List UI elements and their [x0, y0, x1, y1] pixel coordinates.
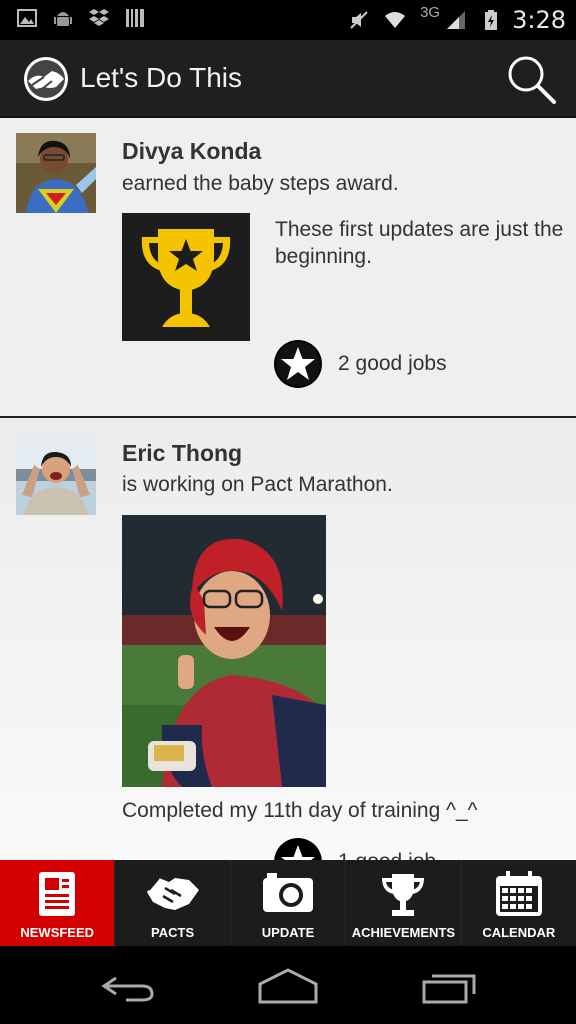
- tab-pacts[interactable]: PACTS: [115, 860, 231, 946]
- feed-item[interactable]: Divya Konda earned the baby steps award.…: [0, 118, 576, 418]
- newsfeed-list[interactable]: Divya Konda earned the baby steps award.…: [0, 118, 576, 860]
- good-job-count: 2 good jobs: [338, 352, 447, 375]
- wifi-icon: [385, 12, 406, 28]
- barcode-icon: [126, 9, 144, 27]
- system-nav-bar: [0, 946, 576, 1024]
- activity-text: earned the baby steps award.: [122, 172, 399, 195]
- camera-icon: [263, 873, 314, 912]
- android-icon: [54, 12, 72, 26]
- good-job-count: 1 good job: [338, 850, 436, 860]
- battery-charging-icon: [485, 10, 498, 30]
- newspaper-icon: [39, 872, 76, 916]
- avatar[interactable]: [16, 133, 96, 213]
- calendar-icon: [495, 871, 542, 916]
- tab-newsfeed[interactable]: NEWSFEED: [0, 860, 116, 946]
- feed-item[interactable]: Eric Thong is working on Pact Marathon.: [0, 418, 576, 860]
- recents-icon[interactable]: [418, 964, 482, 1008]
- search-icon[interactable]: [504, 52, 558, 106]
- trophy-icon: [122, 213, 250, 341]
- network-type: 3G: [420, 3, 441, 21]
- update-caption: Completed my 11th day of training ^_^: [122, 799, 478, 822]
- signal-icon: [447, 11, 466, 29]
- user-name[interactable]: Eric Thong: [122, 440, 242, 467]
- handshake-logo-icon[interactable]: [22, 55, 70, 103]
- bottom-tab-bar: NEWSFEED PACTS UPDATE ACHIEVEMENTS CALEN…: [0, 860, 576, 946]
- user-name[interactable]: Divya Konda: [122, 138, 261, 165]
- clock: 3:28: [512, 6, 566, 34]
- star-icon[interactable]: [274, 838, 322, 860]
- dropbox-icon: [89, 9, 109, 26]
- good-job-button[interactable]: 1 good job: [274, 838, 436, 860]
- back-icon[interactable]: [96, 964, 160, 1008]
- update-photo[interactable]: [122, 515, 326, 787]
- tab-update[interactable]: UPDATE: [231, 860, 347, 946]
- home-icon[interactable]: [256, 964, 320, 1008]
- star-icon[interactable]: [274, 340, 322, 388]
- app-bar: Let's Do This: [0, 40, 576, 118]
- award-image: [122, 213, 250, 341]
- tab-label: CALENDAR: [482, 925, 556, 940]
- activity-text: is working on Pact Marathon.: [122, 473, 393, 496]
- app-title: Let's Do This: [80, 62, 243, 93]
- award-description: These first updates are just the beginni…: [275, 218, 564, 268]
- avatar[interactable]: [16, 435, 96, 515]
- image-icon: [17, 9, 37, 27]
- tab-calendar[interactable]: CALENDAR: [462, 860, 576, 946]
- tab-label: NEWSFEED: [20, 925, 95, 940]
- trophy-icon: [382, 874, 425, 916]
- tab-label: UPDATE: [261, 925, 315, 940]
- status-bar: 3G 3:28: [0, 0, 576, 40]
- mute-icon: [350, 11, 368, 29]
- handshake-icon: [146, 877, 199, 910]
- tab-label: PACTS: [151, 925, 195, 940]
- tab-achievements[interactable]: ACHIEVEMENTS: [346, 860, 462, 946]
- good-job-button[interactable]: 2 good jobs: [274, 340, 447, 388]
- tab-label: ACHIEVEMENTS: [351, 925, 456, 940]
